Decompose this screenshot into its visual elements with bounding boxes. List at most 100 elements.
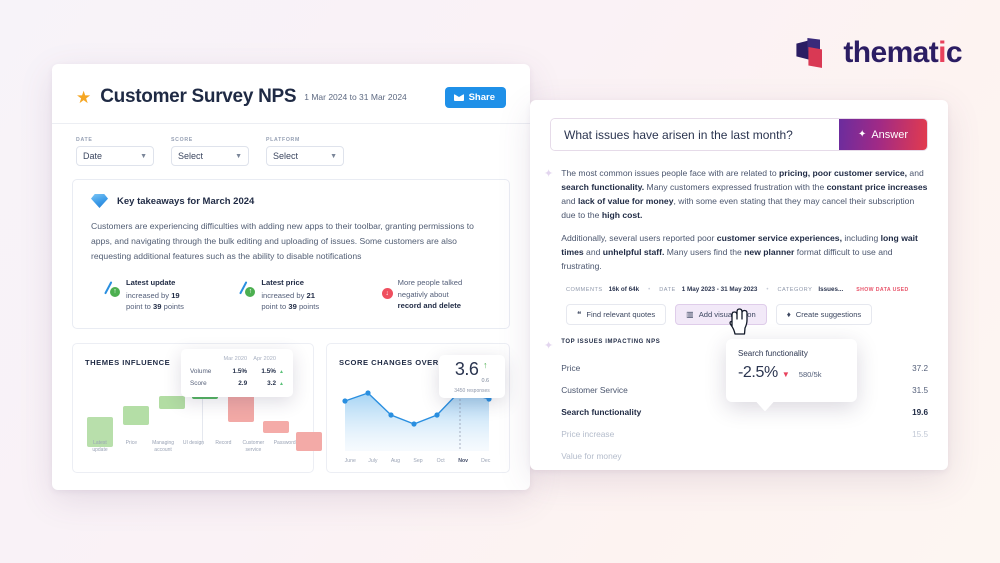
stat-item: ↓ More people talked negativly about rec…	[362, 277, 491, 312]
score-responses: 3450 responses	[454, 387, 490, 394]
tooltip-row: Score 2.9 3.2 ▲	[190, 378, 284, 390]
answer-body: ✦ The most common issues people face wit…	[530, 151, 948, 273]
x-label: Managing account	[152, 440, 175, 453]
score-changes-plot: June July Aug Sep Oct Nov Dec 3.6 ↑ 0.6	[339, 354, 505, 464]
meta-category-value: Issues...	[818, 286, 844, 294]
share-button-label: Share	[468, 91, 495, 103]
assistant-actions: ❝ Find relevant quotes ▥ Add visualisati…	[530, 293, 948, 336]
filter-platform-select[interactable]: Select ▼	[266, 146, 344, 166]
stat-title: More people talked	[397, 278, 463, 288]
top-issues-section: ✦ TOP ISSUES IMPACTING NPS Price 37.2 Cu…	[530, 325, 948, 467]
thematic-logo-text: thematic	[843, 36, 962, 69]
tooltip-title: Search functionality	[738, 349, 808, 359]
x-label: Password	[273, 440, 296, 447]
filter-date-label: DATE	[76, 137, 93, 143]
answer-paragraph-2: Additionally, several users reported poo…	[561, 232, 918, 271]
answer-paragraph-1: The most common issues people face with …	[561, 168, 928, 220]
answer-text-wrap: The most common issues people face with …	[561, 167, 928, 273]
filter-score-select[interactable]: Select ▼	[171, 146, 249, 166]
quotes-icon: ❝	[577, 310, 582, 320]
themes-influence-plot: Latest update Price Managing account UI …	[85, 348, 322, 454]
meta-date-value: 1 May 2023 - 31 May 2023	[681, 286, 758, 294]
tooltip-value: -2.5%	[738, 364, 778, 382]
x-label: Latest update	[92, 440, 108, 453]
meta-comments-value: 16k of 64k	[608, 286, 640, 294]
chevron-down-icon: ▼	[330, 152, 337, 160]
tooltip-col-prev: Mar 2020	[223, 355, 248, 362]
stat-line3: points	[298, 302, 320, 312]
issue-value: 37.2	[912, 363, 928, 373]
answer-button[interactable]: ✦ Answer	[839, 119, 927, 150]
create-suggestions-button[interactable]: ♦ Create suggestions	[775, 304, 873, 326]
bar-customer-service[interactable]	[263, 420, 289, 433]
key-takeaways-body: Customers are experiencing difficulties …	[91, 221, 474, 261]
issue-name: Value for money	[561, 451, 622, 462]
show-data-used-link[interactable]: SHOW DATA USED	[856, 287, 908, 293]
meta-separator: •	[766, 286, 769, 293]
table-row[interactable]: Value for money	[561, 445, 928, 467]
filter-date-value: Date	[83, 151, 103, 161]
stat-text: Latest price increased by 21 point to 39…	[261, 277, 319, 312]
filter-date: DATE Date ▼	[76, 137, 154, 166]
x-label: Aug	[390, 457, 401, 464]
issue-bar-track	[669, 407, 894, 418]
share-button[interactable]: Share	[444, 86, 506, 108]
add-visualisation-button[interactable]: ▥ Add visualisation	[675, 304, 767, 326]
date-range-label: 1 Mar 2024 to 31 Mar 2024	[304, 92, 407, 102]
bar-managing-account[interactable]	[159, 395, 185, 409]
stat-value2: 39	[153, 302, 162, 312]
stat-value2: 39	[288, 302, 297, 312]
comment-down-icon: ↓	[362, 279, 393, 300]
x-label: July	[368, 457, 378, 464]
stat-line2: point to	[261, 302, 287, 312]
x-label: UI design	[182, 440, 205, 447]
score-value: 3.6	[454, 358, 479, 379]
tooltip-row-label: Score	[190, 380, 207, 388]
thematic-logo-mark	[796, 38, 832, 68]
answer-button-label: Answer	[871, 128, 909, 141]
issue-name: Search functionality	[561, 407, 642, 418]
stat-title: Latest price	[261, 278, 304, 288]
tooltip-row-prev: 2.9	[238, 380, 248, 388]
filter-date-select[interactable]: Date ▼	[76, 146, 154, 166]
key-takeaways-title: Key takeaways for March 2024	[117, 195, 255, 207]
bar-price[interactable]	[123, 405, 149, 425]
chevron-down-icon: ▼	[140, 152, 147, 160]
dashboard-header: ★ Customer Survey NPS 1 Mar 2024 to 31 M…	[52, 64, 530, 108]
top-issues-tooltip: Search functionality -2.5% ▼ 580/5k	[726, 339, 857, 403]
stat-value1: record and delete	[397, 301, 461, 311]
filter-score-value: Select	[178, 151, 204, 161]
x-label: Price	[125, 440, 137, 447]
question-bar: ✦ Answer	[550, 118, 928, 151]
score-changes-x-axis: June July Aug Sep Oct Nov Dec	[339, 458, 497, 464]
themes-influence-x-axis: Latest update Price Managing account UI …	[85, 440, 301, 454]
table-row-highlighted[interactable]: Search functionality 19.6	[561, 401, 928, 423]
sparkle-icon: ✦	[544, 340, 554, 353]
filter-bar: DATE Date ▼ SCORE Select ▼ PLATFORM Sele…	[52, 124, 530, 166]
issue-value: 15.5	[912, 429, 928, 439]
trend-up-icon: ▲	[279, 380, 284, 387]
page-title: Customer Survey NPS	[100, 86, 297, 107]
key-takeaways-stats: ↑ Latest update increased by 19 point to…	[91, 277, 491, 312]
find-relevant-quotes-button[interactable]: ❝ Find relevant quotes	[566, 304, 667, 326]
star-icon[interactable]: ★	[76, 89, 91, 106]
gauge-up-icon: ↑	[91, 279, 120, 298]
tooltip-row-curr: 3.2	[267, 380, 276, 388]
question-input[interactable]	[551, 119, 839, 150]
issue-value: 31.5	[912, 385, 928, 395]
stat-value1: 19	[171, 290, 180, 300]
stat-line1: increased by	[261, 290, 305, 300]
issue-bar-track	[669, 451, 894, 462]
sparkle-icon: ✦	[857, 129, 867, 140]
logo-accent-dot: i	[938, 36, 946, 69]
stat-value1: 21	[306, 290, 315, 300]
stat-item: ↑ Latest update increased by 19 point to…	[91, 277, 220, 312]
gauge-up-icon: ↑	[226, 279, 256, 298]
stat-line1: negativly about	[397, 289, 449, 299]
tooltip-row-label: Volume	[190, 368, 212, 376]
filter-score-label: SCORE	[171, 137, 193, 143]
lightbulb-icon: ♦	[786, 310, 791, 320]
bar-record[interactable]	[228, 394, 254, 422]
meta-date-key: DATE	[659, 286, 676, 293]
table-row[interactable]: Price increase 15.5	[561, 423, 928, 445]
